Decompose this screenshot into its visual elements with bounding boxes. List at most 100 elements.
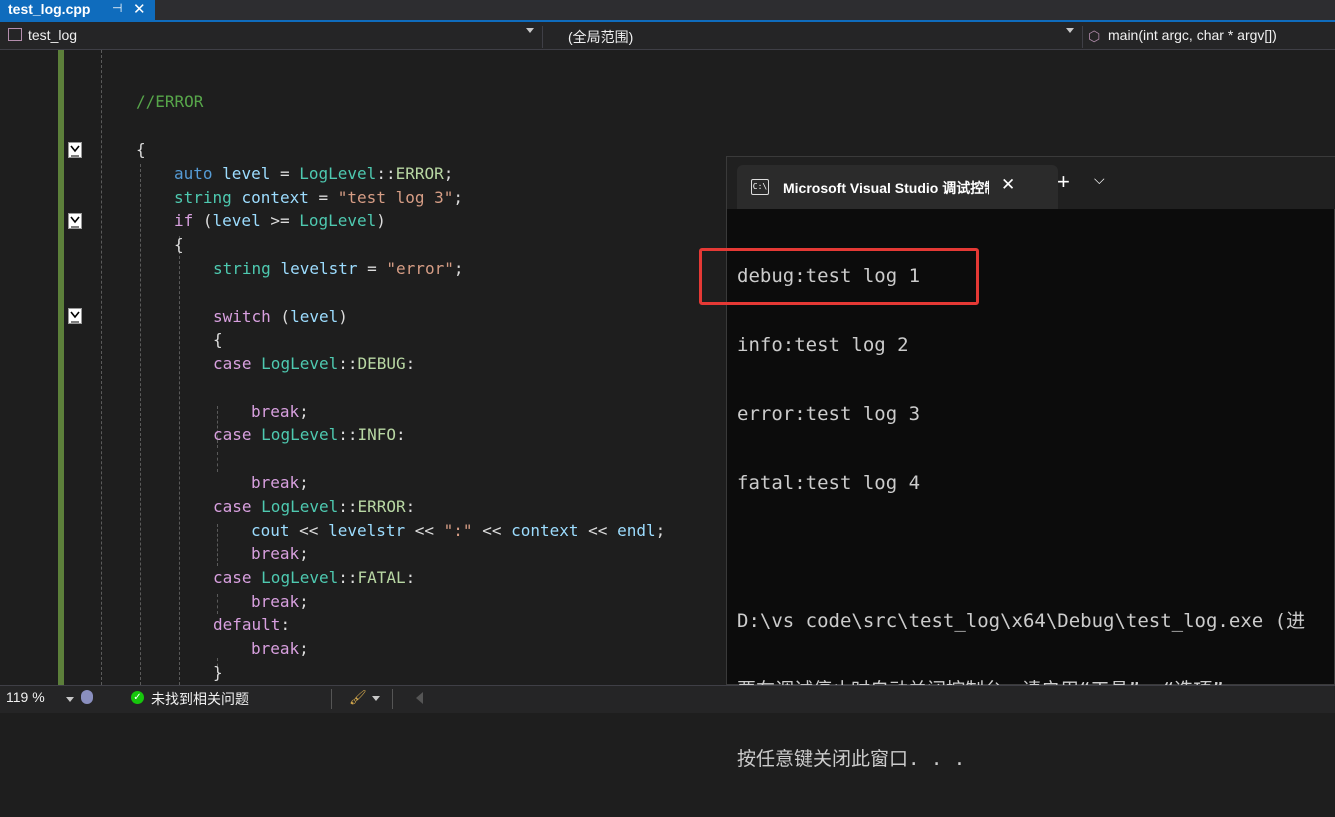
code-token: string	[213, 259, 271, 278]
scope-dropdown[interactable]: (全局范围)	[568, 24, 1076, 46]
code-line: auto level = LogLevel::ERROR;	[174, 164, 453, 184]
code-token: )	[338, 307, 348, 326]
indent-guide	[217, 594, 218, 614]
navigation-bar: test_log (全局范围) ⬡ main(int argc, char * …	[0, 22, 1335, 50]
console-line: D:\vs code\src\test_log\x64\Debug\test_l…	[737, 610, 1306, 632]
code-token: default	[213, 615, 281, 634]
terminal-icon: C:\	[751, 179, 769, 195]
code-token: ::	[338, 354, 358, 373]
indent-guide	[101, 50, 102, 685]
console-tab[interactable]: C:\ Microsoft Visual Studio 调试控制台 ✕	[737, 165, 1058, 209]
code-token: =	[357, 259, 387, 278]
chevron-down-icon[interactable]	[66, 697, 74, 702]
code-token: =	[308, 188, 338, 207]
issues-status[interactable]: 未找到相关问题	[151, 689, 249, 709]
code-token: <<	[405, 521, 444, 540]
code-token: :	[405, 497, 416, 516]
code-token: FATAL	[357, 568, 406, 587]
intellicode-icon[interactable]	[81, 690, 93, 704]
fold-toggle-icon[interactable]	[68, 142, 82, 158]
code-token: ":"	[443, 521, 473, 540]
code-token: :	[405, 354, 416, 373]
member-dropdown[interactable]: ⬡ main(int argc, char * argv[])	[1088, 24, 1335, 46]
code-token: level	[212, 211, 261, 230]
code-token: LogLevel	[261, 497, 339, 516]
scope-label: (全局范围)	[568, 29, 634, 45]
highlight-annotation-box	[699, 248, 979, 305]
code-token: LogLevel	[261, 425, 339, 444]
code-token: level	[222, 164, 271, 183]
code-token: LogLevel	[299, 164, 377, 183]
code-token: LogLevel	[261, 354, 339, 373]
code-token: context	[241, 188, 309, 207]
chevron-down-icon	[1066, 28, 1074, 33]
code-line: }	[213, 663, 223, 683]
debug-console-window[interactable]: C:\ Microsoft Visual Studio 调试控制台 ✕ + ⌵ …	[726, 156, 1335, 770]
nav-divider	[542, 26, 543, 48]
code-token: <<	[578, 521, 618, 540]
code-token: ::	[338, 568, 358, 587]
code-line: string context = "test log 3";	[174, 188, 463, 208]
code-token: if	[174, 211, 194, 230]
code-token: ;	[299, 544, 309, 563]
code-token: ;	[655, 521, 666, 540]
code-token: ;	[299, 592, 309, 611]
close-icon[interactable]: ✕	[1001, 175, 1015, 195]
code-line: //ERROR	[136, 92, 203, 112]
code-token: LogLevel	[299, 211, 377, 230]
check-circle-icon: ✓	[131, 691, 144, 704]
chevron-down-icon	[526, 28, 534, 33]
console-line: 按任意键关闭此窗口. . .	[737, 748, 966, 770]
code-token: (	[270, 307, 291, 326]
code-token: INFO	[357, 425, 397, 444]
indent-guide	[217, 452, 218, 472]
code-token: ;	[453, 188, 464, 207]
project-dropdown[interactable]: test_log	[6, 24, 536, 46]
scroll-left-icon[interactable]	[416, 692, 423, 704]
console-output: debug:test log 1 info:test log 2 error:t…	[737, 219, 1305, 817]
fold-toggle-icon[interactable]	[68, 213, 82, 229]
document-tab-bar: test_log.cpp ⊣ ✕	[0, 0, 1335, 20]
code-token: ::	[338, 425, 358, 444]
code-cleanup-icon[interactable]: 🖌	[349, 689, 367, 706]
code-token: <<	[289, 521, 329, 540]
fold-toggle-icon[interactable]	[68, 308, 82, 324]
code-line: if (level >= LogLevel)	[174, 211, 386, 231]
code-line: break;	[251, 639, 309, 659]
tab-test-log-cpp[interactable]: test_log.cpp ⊣ ✕	[0, 0, 155, 20]
code-line: case LogLevel::INFO:	[213, 425, 406, 445]
code-token: ;	[443, 164, 454, 183]
console-line: error:test log 3	[737, 403, 921, 425]
new-tab-button[interactable]: +	[1057, 169, 1070, 195]
code-token: :	[396, 425, 406, 444]
console-title-bar: C:\ Microsoft Visual Studio 调试控制台 ✕ + ⌵	[727, 157, 1335, 209]
code-token: }	[213, 663, 223, 682]
code-token: <<	[472, 521, 512, 540]
console-line: info:test log 2	[737, 334, 909, 356]
code-token: LogLevel	[261, 568, 339, 587]
code-token: break	[251, 402, 300, 421]
chevron-down-icon[interactable]: ⌵	[1094, 171, 1105, 188]
indent-guide	[217, 524, 218, 566]
pin-icon[interactable]: ⊣	[112, 1, 122, 15]
code-token: ::	[376, 164, 396, 183]
zoom-level[interactable]: 119 %	[6, 689, 45, 705]
code-token: {	[136, 140, 146, 159]
close-icon[interactable]: ✕	[133, 0, 146, 18]
code-line: default:	[213, 615, 290, 635]
code-token: ;	[299, 473, 309, 492]
chevron-down-icon[interactable]	[372, 696, 380, 701]
code-line: break;	[251, 544, 309, 564]
project-label: test_log	[28, 27, 78, 43]
code-token: >=	[260, 211, 300, 230]
code-token: ;	[299, 402, 309, 421]
code-token: case	[213, 568, 252, 587]
tab-title: test_log.cpp	[8, 1, 91, 17]
